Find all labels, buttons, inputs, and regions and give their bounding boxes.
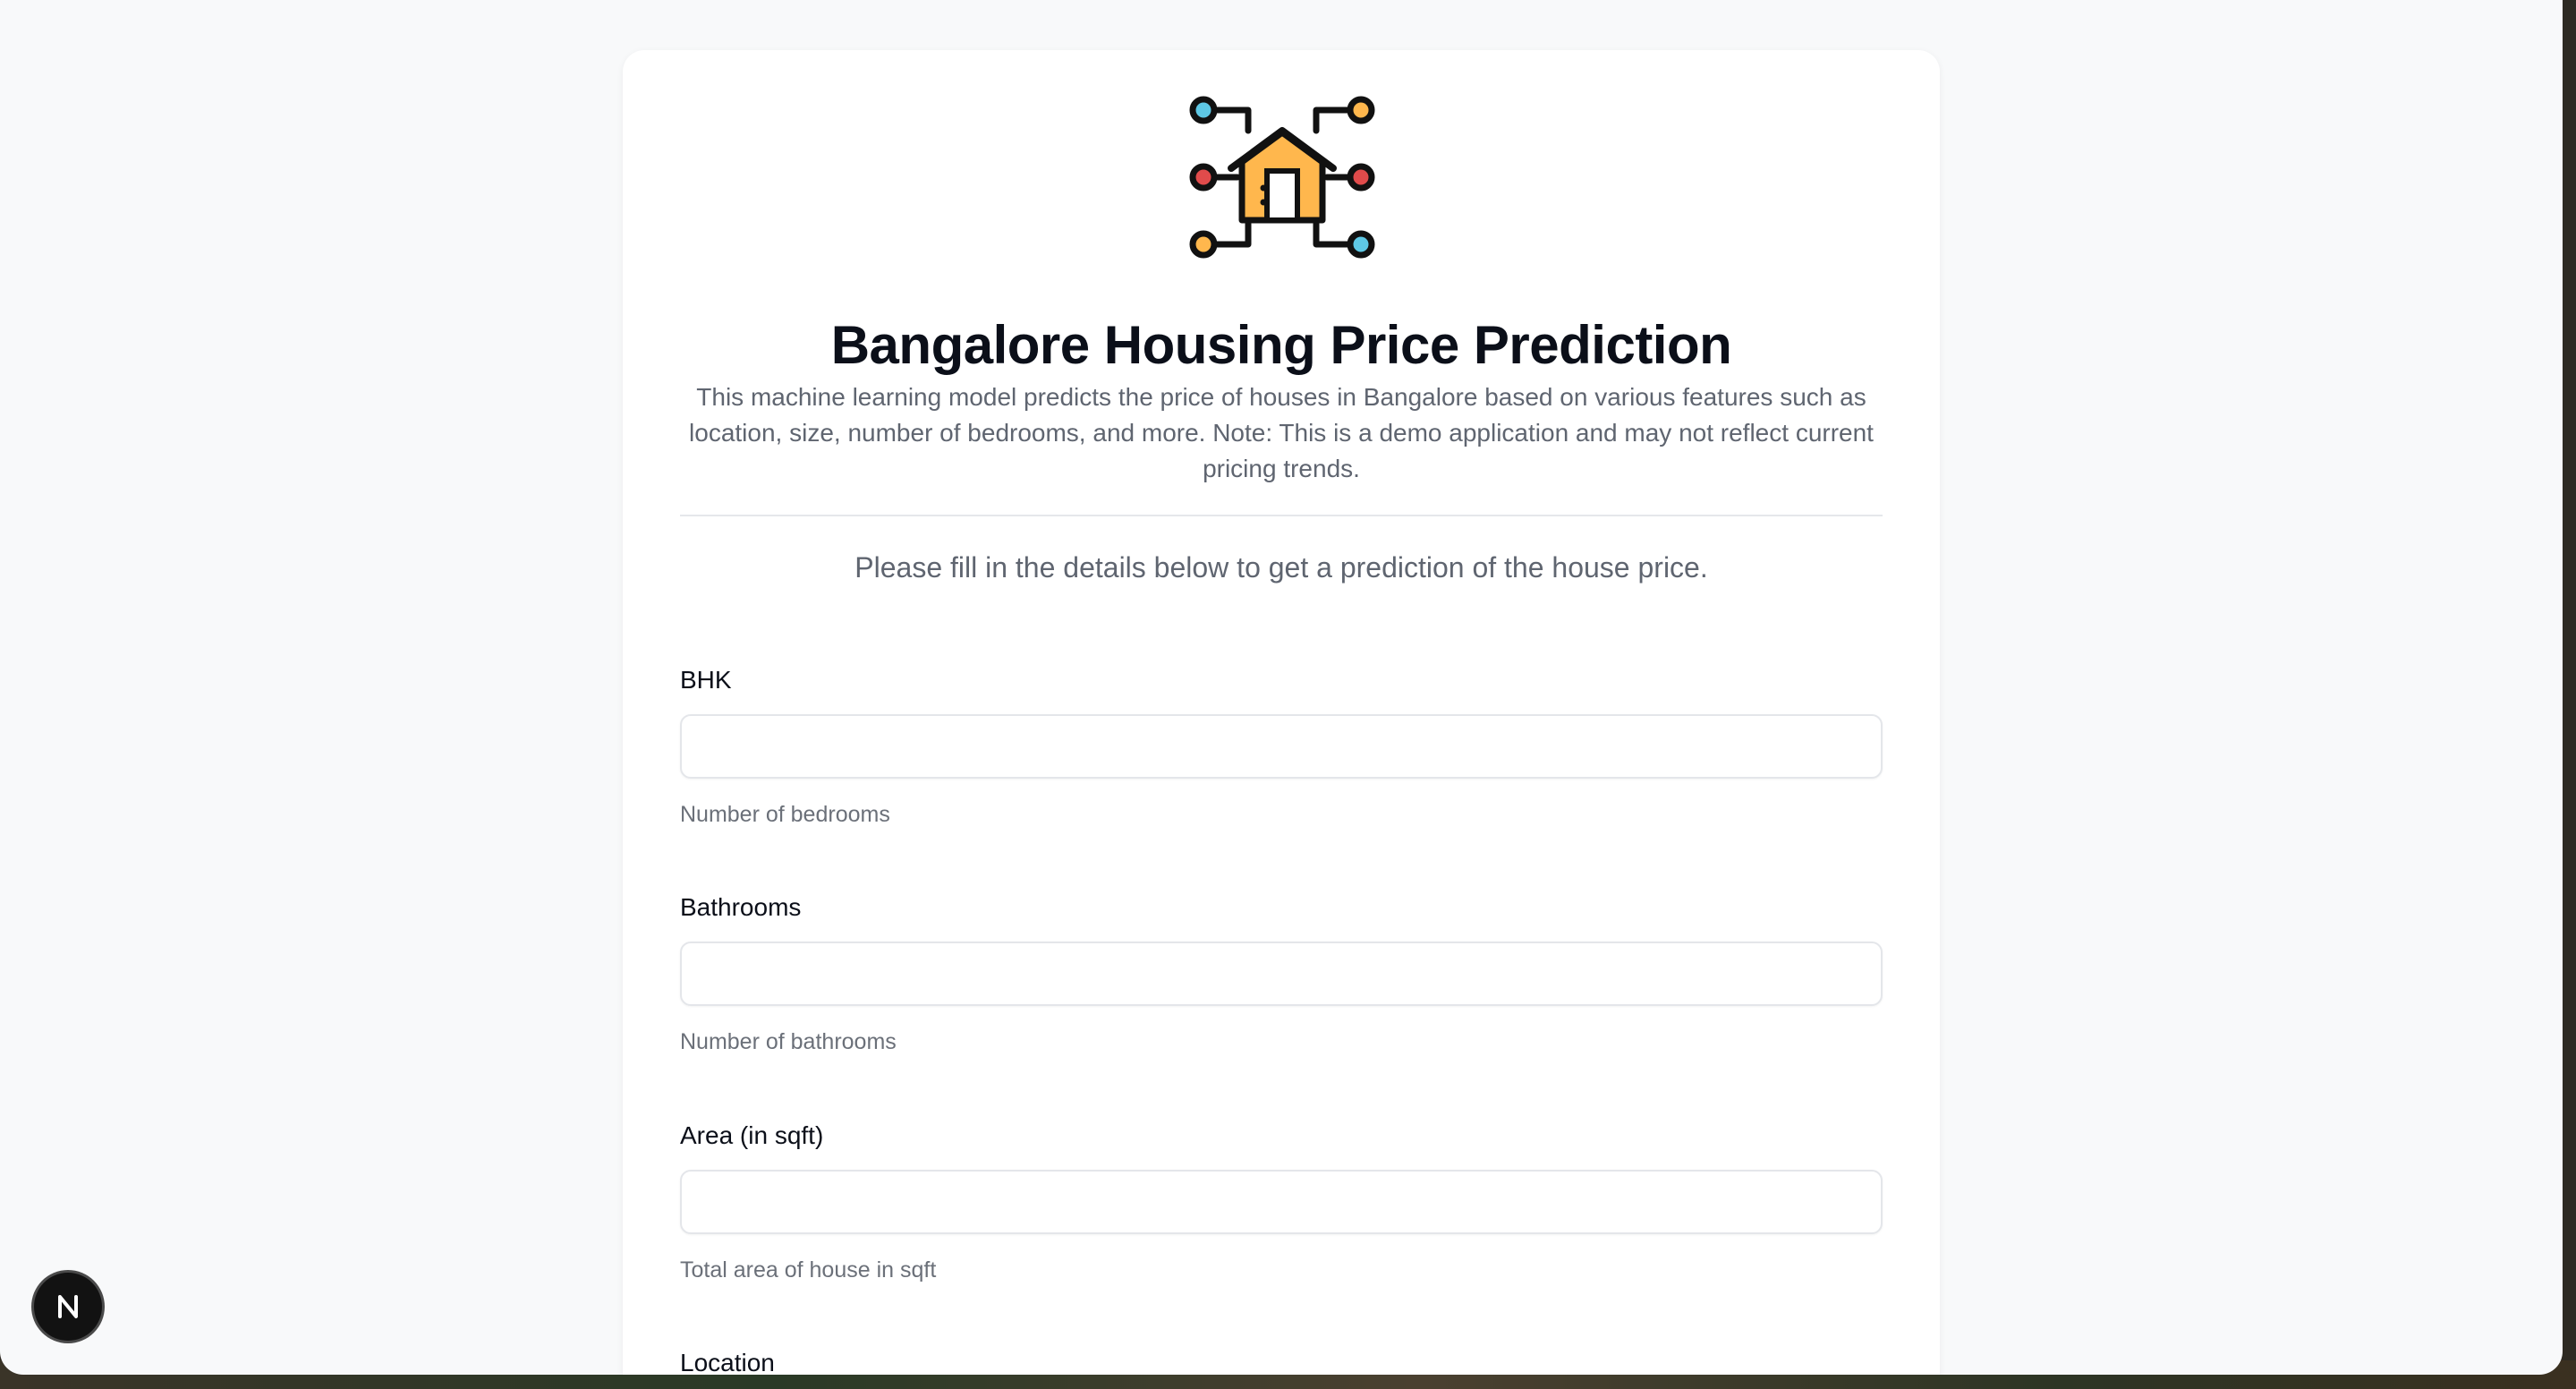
bhk-help-text: Number of bedrooms [680, 802, 890, 827]
bathrooms-help-text: Number of bathrooms [680, 1029, 897, 1054]
area-input[interactable] [680, 1170, 1883, 1234]
house-network-icon [1189, 96, 1375, 259]
browser-viewport: Bangalore Housing Price Prediction This … [0, 0, 2563, 1375]
bhk-label: BHK [680, 666, 732, 694]
bathrooms-label: Bathrooms [680, 893, 802, 921]
bhk-field: BHK Number of bedrooms [680, 664, 1883, 827]
prediction-card: Bangalore Housing Price Prediction This … [623, 50, 1940, 1375]
bhk-input[interactable] [680, 714, 1883, 779]
page-description: This machine learning model predicts the… [689, 383, 1874, 482]
nextjs-dev-badge[interactable] [34, 1273, 102, 1341]
form-instructions: Please fill in the details below to get … [854, 551, 1708, 584]
page-title: Bangalore Housing Price Prediction [830, 315, 1732, 375]
area-field: Area (in sqft) Total area of house in sq… [680, 1120, 1883, 1282]
location-label: Location [680, 1349, 775, 1375]
area-help-text: Total area of house in sqft [680, 1257, 937, 1282]
bathrooms-input[interactable] [680, 942, 1883, 1006]
area-label: Area (in sqft) [680, 1121, 824, 1149]
location-field: Location [680, 1347, 1883, 1375]
nextjs-icon [58, 1295, 78, 1318]
divider [680, 515, 1883, 516]
bathrooms-field: Bathrooms Number of bathrooms [680, 891, 1883, 1054]
